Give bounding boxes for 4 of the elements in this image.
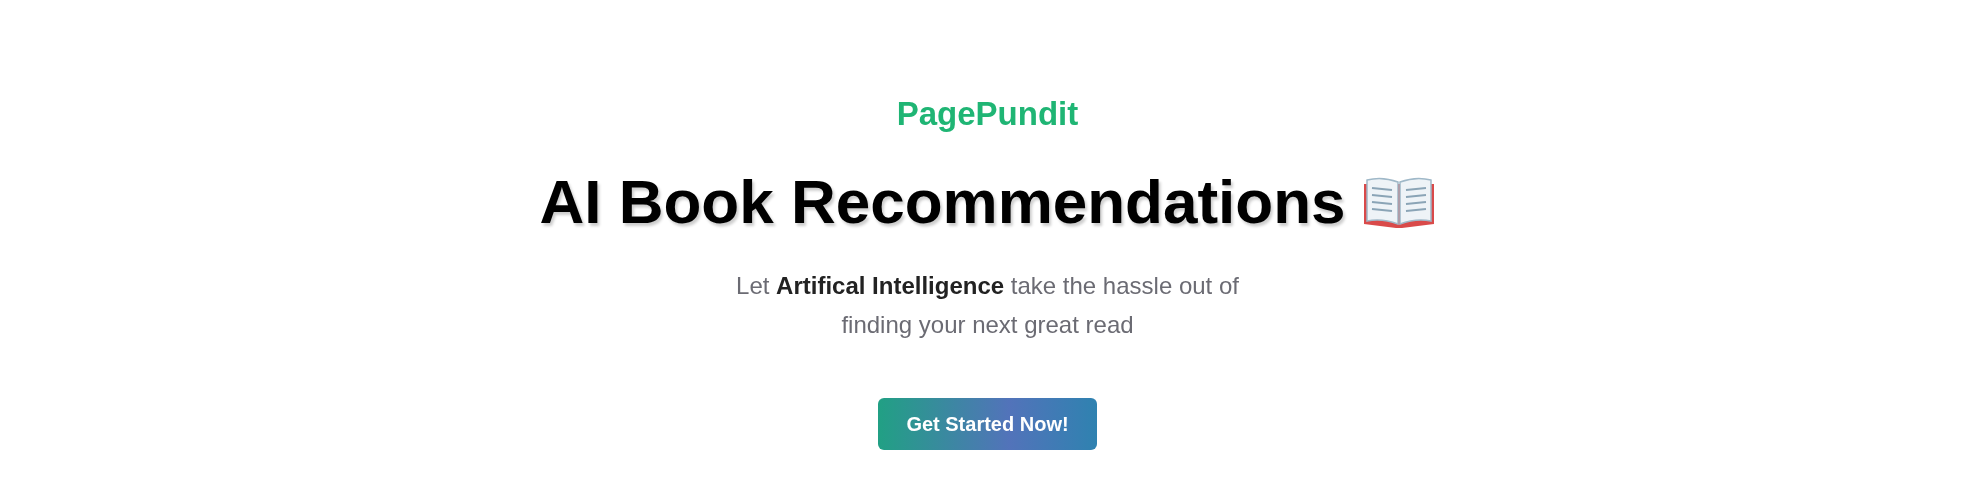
brand-name: PagePundit	[896, 94, 1079, 134]
page-heading: AI Book Recommendations	[539, 166, 1346, 238]
tagline-text: Let Artifical Intelligence take the hassle out of finding your next great read	[735, 271, 1240, 340]
get-started-button[interactable]: Get Started Now!	[878, 398, 1097, 450]
